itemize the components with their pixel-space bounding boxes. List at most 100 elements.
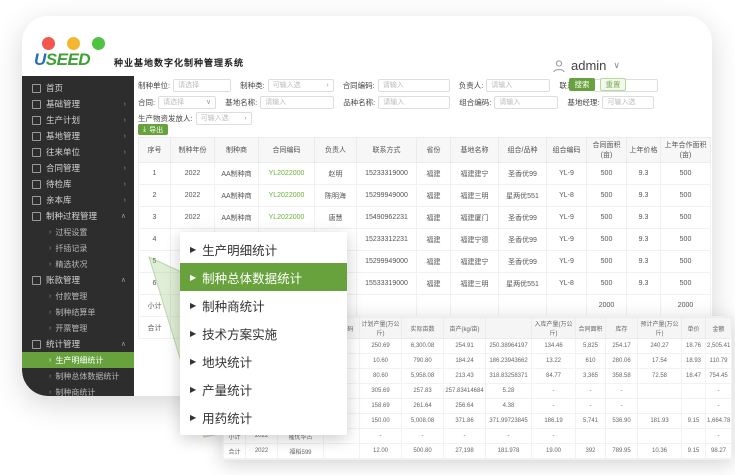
popup-item-label: 地块统计: [202, 352, 252, 371]
user-menu[interactable]: admin ∨: [552, 58, 620, 73]
popup-menu-item-1[interactable]: ▶制种总体数据统计: [180, 263, 347, 291]
popup-menu-item-5[interactable]: ▶产量统计: [180, 375, 347, 403]
field-label: 合同:: [138, 97, 155, 108]
table-cell: 12.00: [360, 444, 402, 459]
filter-input[interactable]: 可输入选: [602, 96, 654, 109]
table-cell: -: [532, 399, 576, 414]
table-cell: 257.83: [402, 384, 444, 399]
table-cell: 合计: [224, 444, 246, 459]
table-cell: 5,008.08: [402, 414, 444, 429]
table-cell: 10.36: [638, 444, 682, 459]
table-cell: 250.69: [360, 339, 402, 354]
table-cell: AA制种商: [215, 163, 259, 185]
filter-input[interactable]: 请输入: [378, 79, 450, 92]
table-cell: 福建: [417, 185, 451, 207]
field-label: 制种类:: [240, 80, 265, 91]
sidebar-item-3[interactable]: 基地管理›: [22, 128, 134, 144]
chevron-right-icon: ›: [124, 165, 126, 172]
window-maximize-button[interactable]: [92, 37, 105, 50]
sidebar-subitem-19[interactable]: ›制种商统计: [22, 384, 134, 396]
sidebar-subitem-14[interactable]: ›制种结算单: [22, 304, 134, 320]
sidebar-item-label: 过程设置: [55, 227, 87, 238]
column-header: 组合/品种: [499, 138, 547, 163]
table-cell: 2: [139, 185, 171, 207]
sidebar-item-8[interactable]: 制种过程管理∧: [22, 208, 134, 224]
triangle-right-icon: ▶: [190, 245, 196, 254]
chevron-right-icon: ›: [124, 197, 126, 204]
table-row: 合计2022福稻59912.00500.8027,198181.97819.00…: [224, 444, 732, 459]
window-minimize-button[interactable]: [67, 37, 80, 50]
table-cell: -: [360, 429, 402, 444]
table-cell: 2,505.41: [706, 339, 732, 354]
sidebar: 首页基础管理›生产计划›基地管理›往来单位› 合同管理 › 待检库›亲本库›制种过程管…: [22, 76, 134, 396]
sidebar-item-16[interactable]: 统计管理∧: [22, 336, 134, 352]
table-cell: [417, 295, 451, 317]
contract-code-link[interactable]: YL2022000: [259, 163, 315, 185]
sidebar-subitem-11[interactable]: ›精选状况: [22, 256, 134, 272]
popup-menu-item-3[interactable]: ▶技术方案实施: [180, 319, 347, 347]
table-cell: -: [706, 429, 732, 444]
filter-input[interactable]: 可输入选›: [268, 79, 334, 92]
sidebar-item-2[interactable]: 生产计划›: [22, 112, 134, 128]
popup-menu-item-2[interactable]: ▶制种商统计: [180, 291, 347, 319]
sidebar-item-label: 合同管理: [46, 162, 80, 174]
table-cell: 15533319000: [357, 273, 417, 295]
window-close-button[interactable]: [42, 37, 55, 50]
contract-code-link[interactable]: YL2022000: [259, 185, 315, 207]
filter-input[interactable]: 请输入: [494, 96, 558, 109]
reset-button[interactable]: 重置: [600, 78, 626, 91]
sidebar-item-5[interactable]: 合同管理 ›: [22, 160, 134, 176]
table-cell: 500: [587, 251, 627, 273]
filter-input[interactable]: 可输入选›: [196, 112, 252, 125]
sidebar-subitem-15[interactable]: ›开票管理: [22, 320, 134, 336]
popup-menu-item-4[interactable]: ▶地块统计: [180, 347, 347, 375]
table-cell: 1,664.78: [706, 414, 732, 429]
table-cell: 福建: [417, 273, 451, 295]
menu-icon: [32, 132, 41, 141]
bullet-icon: ›: [49, 325, 51, 332]
sidebar-subitem-13[interactable]: ›付款管理: [22, 288, 134, 304]
sidebar-item-0[interactable]: 首页: [22, 80, 134, 96]
table-cell: 4: [139, 229, 171, 251]
column-header: 计划产量(万公斤): [360, 318, 402, 339]
sidebar-item-7[interactable]: 亲本库›: [22, 192, 134, 208]
popup-item-label: 产量统计: [202, 380, 252, 399]
filter-input[interactable]: 请输入: [486, 79, 550, 92]
table-cell: 陈明海: [315, 185, 357, 207]
filter-input[interactable]: 请输入: [260, 96, 334, 109]
filter-field: 制种单位:请选择: [138, 79, 231, 92]
table-cell: -: [606, 384, 638, 399]
sidebar-subitem-17[interactable]: ›生产明细统计: [22, 352, 134, 368]
filter-input[interactable]: 请选择∨: [158, 96, 216, 109]
contract-code-link[interactable]: YL2022000: [259, 207, 315, 229]
sidebar-item-1[interactable]: 基础管理›: [22, 96, 134, 112]
sidebar-subitem-18[interactable]: ›制种总体数据统计: [22, 368, 134, 384]
filter-field: 生产物资发放人:可输入选›: [138, 112, 252, 125]
column-header: 上年合作面积(亩): [661, 138, 711, 163]
search-button[interactable]: 搜索: [569, 78, 595, 91]
sidebar-subitem-9[interactable]: ›过程设置: [22, 224, 134, 240]
table-cell: 2022: [246, 444, 278, 459]
table-cell: 1: [139, 163, 171, 185]
filter-input[interactable]: 请输入: [378, 96, 450, 109]
table-cell: 合计: [139, 317, 171, 339]
table-cell: -: [576, 384, 606, 399]
sidebar-subitem-10[interactable]: ›扦插记录: [22, 240, 134, 256]
table-cell: 19.00: [532, 444, 576, 459]
popup-menu-item-0[interactable]: ▶生产明细统计: [180, 235, 347, 263]
table-cell: [499, 295, 547, 317]
export-button[interactable]: ⤓ 导出: [138, 124, 168, 135]
table-cell: -: [486, 429, 532, 444]
table-cell: 9.3: [627, 251, 661, 273]
sidebar-item-4[interactable]: 往来单位›: [22, 144, 134, 160]
table-cell: 254.91: [444, 339, 486, 354]
sidebar-item-6[interactable]: 待检库›: [22, 176, 134, 192]
filter-input[interactable]: 请选择: [173, 79, 231, 92]
sidebar-item-12[interactable]: 账款管理∧: [22, 272, 134, 288]
placeholder-text: 请选择: [178, 80, 226, 90]
popup-item-label: 制种商统计: [202, 296, 265, 315]
table-cell: 158.69: [360, 399, 402, 414]
table-cell: 5,958.08: [402, 369, 444, 384]
download-icon: ⤓: [143, 126, 146, 134]
popup-menu-item-6[interactable]: ▶用药统计: [180, 403, 347, 431]
